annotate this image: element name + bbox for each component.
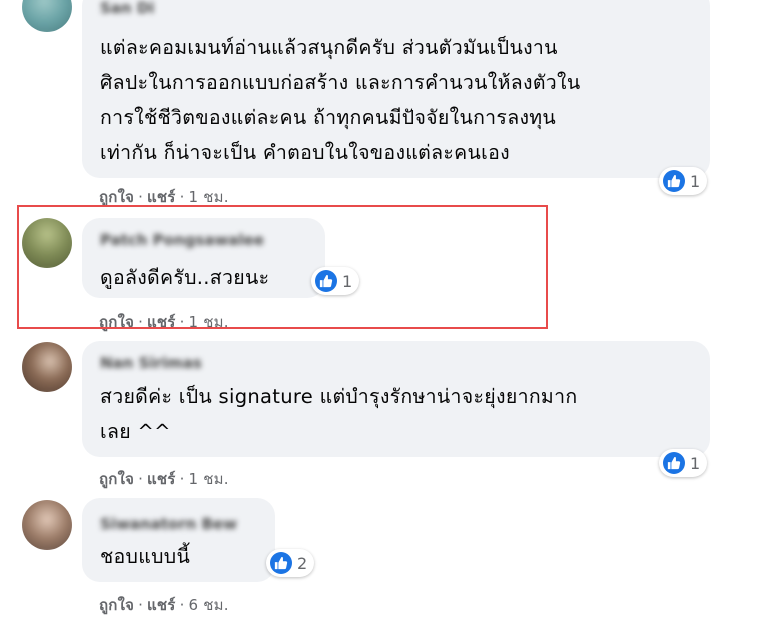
like-thumb-icon xyxy=(315,270,337,292)
comment-bubble: Nan Sirimas สวยดีค่ะ เป็น signature แต่บ… xyxy=(82,341,710,457)
comment-time[interactable]: 6 ชม. xyxy=(189,596,229,614)
comment-actions: ถูกใจ · แชร์ · 1 ชม. xyxy=(99,467,229,491)
separator-dot: · xyxy=(138,470,144,488)
share-link[interactable]: แชร์ xyxy=(147,188,176,206)
avatar[interactable] xyxy=(22,500,72,550)
separator-dot: · xyxy=(138,188,144,206)
avatar[interactable] xyxy=(22,342,72,392)
comment-text: แต่ละคอมเมนท์อ่านแล้วสนุกดีครับ ส่วนตัวม… xyxy=(100,36,581,164)
comment-time[interactable]: 1 ชม. xyxy=(189,470,229,488)
share-link[interactable]: แชร์ xyxy=(147,313,176,331)
like-link[interactable]: ถูกใจ xyxy=(99,596,134,614)
comment-time[interactable]: 1 ชม. xyxy=(189,313,229,331)
comment-actions: ถูกใจ · แชร์ · 1 ชม. xyxy=(99,310,229,334)
comment-actions: ถูกใจ · แชร์ · 6 ชม. xyxy=(99,593,229,617)
separator-dot: · xyxy=(179,470,185,488)
reaction-count: 1 xyxy=(690,171,701,191)
comment-actions: ถูกใจ · แชร์ · 1 ชม. xyxy=(99,185,229,209)
like-thumb-icon xyxy=(270,552,292,574)
avatar[interactable] xyxy=(22,218,72,268)
reaction-count: 2 xyxy=(297,553,308,573)
reaction-count: 1 xyxy=(342,271,353,291)
comment-time[interactable]: 1 ชม. xyxy=(189,188,229,206)
like-thumb-icon xyxy=(663,452,685,474)
separator-dot: · xyxy=(179,188,185,206)
comment-author[interactable]: Siwanatorn Bew xyxy=(100,516,237,532)
comment-author[interactable]: San Di xyxy=(100,0,154,16)
avatar[interactable] xyxy=(22,0,72,32)
comment-text: สวยดีค่ะ เป็น signature แต่บำรุงรักษาน่า… xyxy=(100,385,578,443)
comment-author[interactable]: Nan Sirimas xyxy=(100,355,202,371)
like-link[interactable]: ถูกใจ xyxy=(99,188,134,206)
reaction-summary[interactable]: 1 xyxy=(311,267,360,295)
like-thumb-icon xyxy=(663,170,685,192)
comment-bubble: Siwanatorn Bew ชอบแบบนี้ xyxy=(82,498,275,582)
separator-dot: · xyxy=(179,596,185,614)
comment-bubble: Patch Pongsawalee ดูอลังดีครับ..สวยนะ xyxy=(82,218,325,298)
separator-dot: · xyxy=(138,596,144,614)
reaction-count: 1 xyxy=(690,453,701,473)
share-link[interactable]: แชร์ xyxy=(147,470,176,488)
reaction-summary[interactable]: 1 xyxy=(659,167,708,195)
separator-dot: · xyxy=(138,313,144,331)
comment-text: ดูอลังดีครับ..สวยนะ xyxy=(100,266,270,289)
separator-dot: · xyxy=(179,313,185,331)
like-link[interactable]: ถูกใจ xyxy=(99,313,134,331)
comment-author[interactable]: Patch Pongsawalee xyxy=(100,232,264,248)
comment-text: ชอบแบบนี้ xyxy=(100,545,191,568)
comment-bubble: San Di แต่ละคอมเมนท์อ่านแล้วสนุกดีครับ ส… xyxy=(82,0,710,178)
like-link[interactable]: ถูกใจ xyxy=(99,470,134,488)
share-link[interactable]: แชร์ xyxy=(147,596,176,614)
reaction-summary[interactable]: 1 xyxy=(659,449,708,477)
reaction-summary[interactable]: 2 xyxy=(266,549,315,577)
